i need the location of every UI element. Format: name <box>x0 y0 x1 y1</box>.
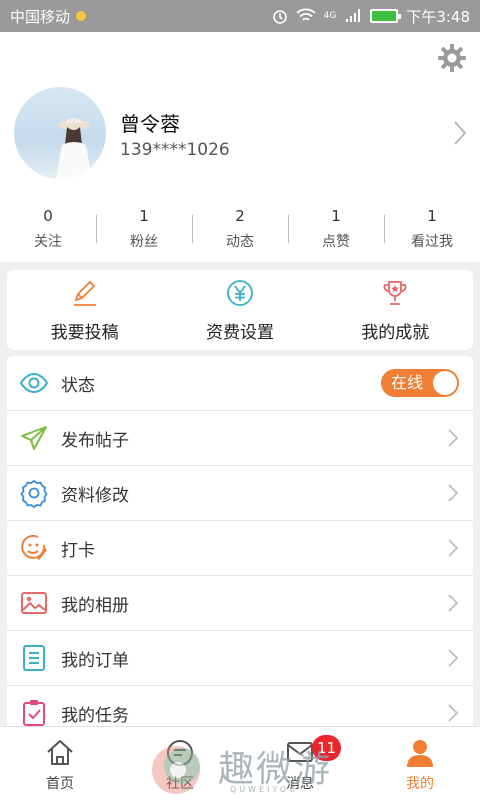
nav-label: 消息 <box>286 776 314 792</box>
nav-label: 首页 <box>46 776 74 792</box>
quick-actions: 我要投稿 资费设置 我的成就 <box>7 270 473 350</box>
stat-likes[interactable]: 1 点赞 <box>288 207 384 257</box>
yen-icon <box>227 280 253 306</box>
achievements-button[interactable]: 我的成就 <box>318 270 473 350</box>
chevron-right-icon <box>448 649 459 667</box>
menu-item-edit-profile[interactable]: 资料修改 <box>7 466 473 521</box>
pen-icon <box>73 280 96 306</box>
toggle-knob <box>433 371 457 395</box>
alarm-icon <box>272 10 287 24</box>
stat-count: 1 <box>331 207 341 225</box>
menu-item-check-in[interactable]: 打卡 <box>7 521 473 576</box>
paper-plane-icon <box>21 426 47 450</box>
home-icon <box>47 740 73 765</box>
submit-article-button[interactable]: 我要投稿 <box>7 270 162 350</box>
carrier-group: 中国移动 <box>10 6 87 27</box>
gear-icon[interactable] <box>436 42 468 74</box>
album-icon <box>21 592 47 614</box>
order-list-icon <box>23 645 45 671</box>
status-bar: 中国移动 4G 下午3:48 <box>0 0 480 32</box>
stat-label: 点赞 <box>322 234 350 250</box>
menu-item-label: 状态 <box>61 375 95 396</box>
menu-item-orders[interactable]: 我的订单 <box>7 631 473 686</box>
chevron-right-icon <box>448 429 459 447</box>
chevron-right-icon[interactable] <box>452 120 468 146</box>
smile-pen-icon <box>21 534 47 560</box>
eye-icon <box>19 372 49 394</box>
trophy-icon <box>383 281 407 305</box>
message-icon <box>287 742 313 762</box>
menu-item-label: 打卡 <box>61 540 95 561</box>
stat-following[interactable]: 0 关注 <box>0 207 96 257</box>
task-clipboard-icon <box>23 700 45 726</box>
nav-messages[interactable]: 消息 11 <box>240 727 360 800</box>
avatar-photo <box>56 118 92 179</box>
quick-action-label: 我要投稿 <box>50 323 119 343</box>
stat-followers[interactable]: 1 粉丝 <box>96 207 192 257</box>
menu-item-label: 我的相册 <box>61 595 129 616</box>
stat-posts[interactable]: 2 动态 <box>192 207 288 257</box>
profile-name: 曾令蓉 <box>120 112 180 136</box>
wifi-icon <box>295 8 316 21</box>
menu-item-label: 我的任务 <box>61 705 129 726</box>
stats-bar: 0 关注 1 粉丝 2 动态 1 点赞 1 看过我 <box>0 207 480 257</box>
notification-dot-icon <box>76 11 87 21</box>
toggle-label: 在线 <box>391 373 424 392</box>
menu-item-album[interactable]: 我的相册 <box>7 576 473 631</box>
stat-visitors[interactable]: 1 看过我 <box>384 207 480 257</box>
nav-community[interactable]: 社区 <box>120 727 240 800</box>
profile-phone: 139****1026 <box>120 140 230 160</box>
quick-action-label: 我的成就 <box>361 323 430 343</box>
menu-item-label: 我的订单 <box>61 650 129 671</box>
bottom-nav: 首页 社区 消息 11 我的 <box>0 726 480 800</box>
menu-item-label: 发布帖子 <box>61 430 129 451</box>
menu-item-tasks[interactable]: 我的任务 <box>7 686 473 726</box>
community-icon <box>167 740 193 766</box>
nav-home[interactable]: 首页 <box>0 727 120 800</box>
chevron-right-icon <box>448 704 459 722</box>
carrier-name: 中国移动 <box>10 7 71 26</box>
status-right: 4G 下午3:48 <box>272 6 470 27</box>
signal-icon <box>346 9 361 22</box>
online-status-toggle[interactable]: 在线 <box>381 369 459 397</box>
menu-item-publish-post[interactable]: 发布帖子 <box>7 411 473 466</box>
network-type: 4G <box>323 11 337 21</box>
unread-badge: 11 <box>312 735 342 761</box>
nav-label: 社区 <box>166 776 194 792</box>
stat-count: 1 <box>139 207 149 225</box>
stat-label: 看过我 <box>411 234 453 250</box>
chevron-right-icon <box>448 594 459 612</box>
nav-profile[interactable]: 我的 <box>360 727 480 800</box>
chevron-right-icon <box>448 539 459 557</box>
profile-icon <box>407 740 433 767</box>
stat-count: 0 <box>43 207 53 225</box>
menu-item-label: 资料修改 <box>61 485 129 506</box>
quick-action-label: 资费设置 <box>205 323 274 343</box>
menu-list: 状态 在线 发布帖子 资料修改 打卡 我的相册 我的订单 我的任务 <box>7 356 473 726</box>
chevron-right-icon <box>448 484 459 502</box>
settings-icon <box>20 479 48 508</box>
stat-count: 2 <box>235 207 245 225</box>
avatar[interactable] <box>14 87 106 179</box>
battery-icon <box>370 9 402 23</box>
profile-header: 曾令蓉 139****1026 0 关注 1 粉丝 2 动态 1 点赞 1 看过… <box>0 32 480 262</box>
nav-label: 我的 <box>406 776 434 792</box>
menu-item-status: 状态 在线 <box>7 356 473 411</box>
stat-label: 动态 <box>226 234 254 250</box>
status-time: 下午3:48 <box>406 7 470 26</box>
stat-count: 1 <box>427 207 437 225</box>
stat-label: 关注 <box>34 234 62 250</box>
stat-label: 粉丝 <box>130 234 158 250</box>
fee-settings-button[interactable]: 资费设置 <box>162 270 317 350</box>
